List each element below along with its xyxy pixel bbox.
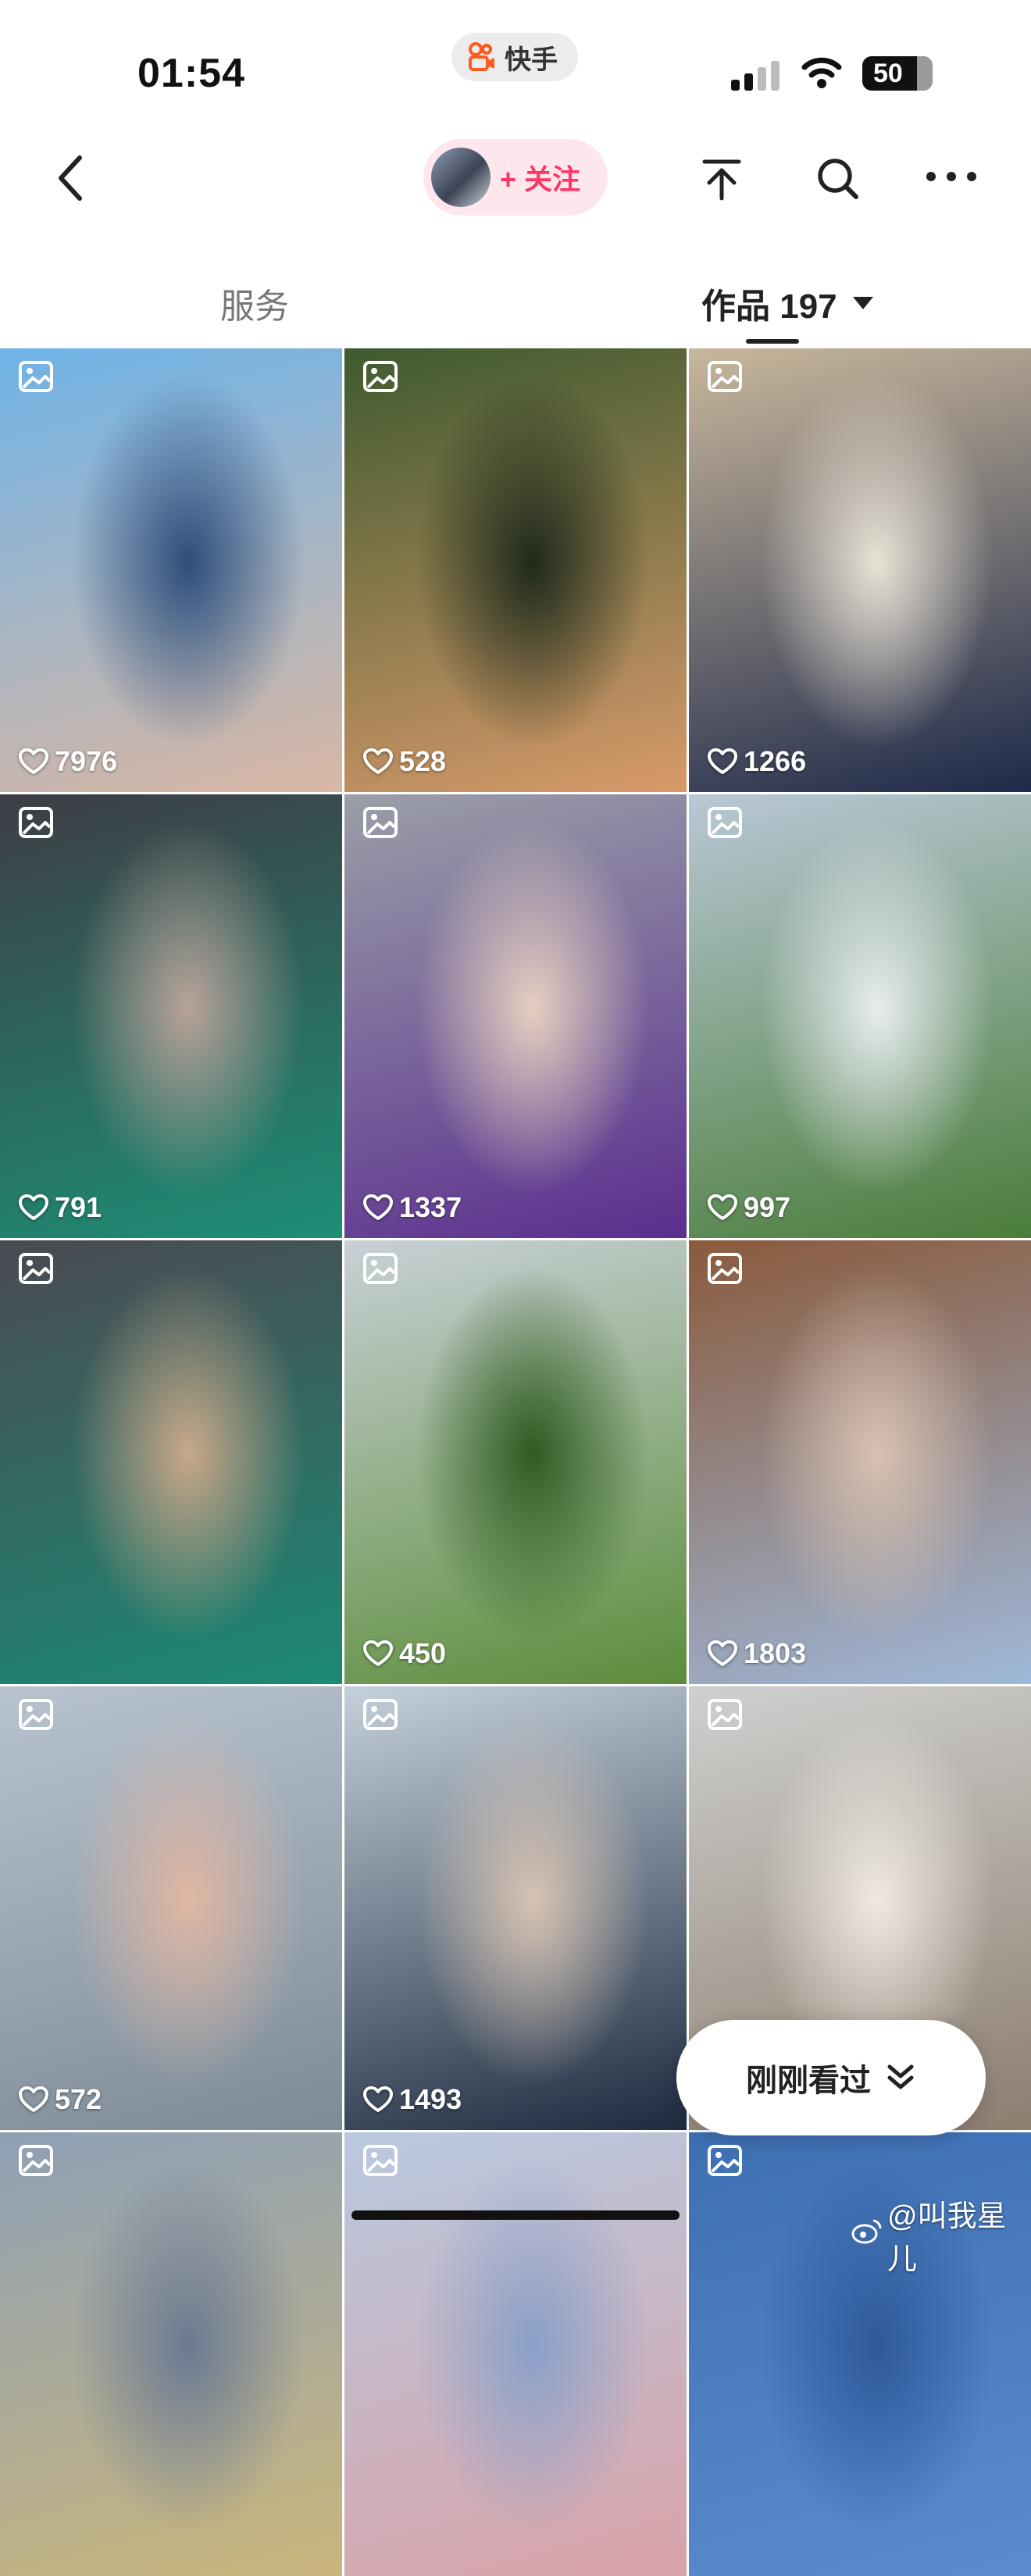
like-count: 450 [363, 1637, 446, 1670]
like-count: 572 [19, 2083, 102, 2116]
battery-indicator: 50 [862, 56, 933, 91]
image-post-icon [362, 359, 399, 394]
home-indicator[interactable] [351, 2210, 680, 2220]
like-count: 1266 [708, 745, 806, 778]
image-post-icon [706, 1251, 744, 1286]
search-icon [818, 159, 858, 199]
image-post-icon [17, 805, 55, 840]
double-chevron-down-icon [887, 2064, 914, 2089]
work-tile[interactable]: 1493 [344, 1686, 687, 2130]
image-post-icon [706, 2143, 744, 2178]
like-count-value: 7976 [55, 745, 118, 777]
recently-viewed-label: 刚刚看过 [746, 2064, 871, 2098]
work-tile[interactable] [0, 2132, 342, 2576]
chevron-left-icon [59, 155, 82, 201]
image-post-icon [706, 1697, 744, 1732]
back-button[interactable] [55, 153, 86, 207]
follow-button[interactable]: + 关注 [423, 139, 608, 216]
weibo-icon [851, 2217, 883, 2252]
like-count-value: 1493 [399, 2083, 462, 2115]
image-post-icon [17, 1697, 55, 1732]
caret-down-icon [852, 297, 873, 309]
like-count: 1337 [363, 1191, 462, 1224]
image-post-icon [362, 805, 399, 840]
image-post-icon [362, 2143, 399, 2178]
heart-icon [363, 1640, 393, 1666]
heart-icon [19, 748, 48, 774]
work-tile[interactable]: 997 [689, 794, 1031, 1238]
heart-icon [363, 1194, 393, 1220]
watermark-text: @叫我星儿 [887, 2200, 1007, 2276]
like-count: 997 [708, 1191, 790, 1224]
work-tile[interactable]: 7976 [0, 348, 342, 792]
like-count-value: 450 [399, 1637, 447, 1669]
work-tile[interactable]: 450 [344, 1240, 687, 1684]
work-tile[interactable]: 791 [0, 794, 342, 1238]
kuaishou-logo-icon [467, 42, 497, 72]
image-post-icon [17, 359, 55, 394]
work-tile[interactable]: 1803 [689, 1240, 1031, 1684]
watermark: @叫我星儿 [851, 2192, 1031, 2278]
heart-icon [708, 1194, 737, 1220]
heart-icon [708, 748, 737, 774]
work-tile[interactable]: 572 [0, 1686, 342, 2130]
tab-works[interactable]: 作品 197 [701, 278, 873, 328]
avatar [431, 148, 491, 207]
like-count-value: 572 [55, 2083, 102, 2115]
app-name: 快手 [505, 45, 558, 75]
image-post-icon [706, 359, 744, 394]
heart-icon [363, 2086, 393, 2112]
like-count: 791 [19, 1191, 102, 1224]
image-post-icon [706, 805, 744, 840]
image-post-icon [362, 1697, 399, 1732]
like-count-value: 1803 [744, 1637, 807, 1669]
scroll-to-top-icon [702, 159, 741, 201]
follow-label: + 关注 [500, 163, 581, 195]
work-tile[interactable] [344, 2132, 687, 2576]
like-count-value: 528 [399, 745, 447, 777]
like-count: 7976 [19, 745, 117, 778]
work-tile[interactable]: 528 [344, 348, 687, 792]
heart-icon [19, 1194, 48, 1220]
image-post-icon [17, 1251, 55, 1286]
wifi-icon [801, 55, 842, 93]
work-tile[interactable]: 1266 [689, 348, 1031, 792]
work-tile[interactable]: 1337 [344, 794, 687, 1238]
tab-service[interactable]: 服务 [220, 278, 289, 328]
like-count: 1493 [363, 2083, 462, 2116]
like-count-value: 1337 [399, 1191, 462, 1223]
status-time: 01:54 [137, 51, 245, 96]
app-source-pill[interactable]: 快手 [451, 33, 578, 81]
image-post-icon [362, 1251, 399, 1286]
cellular-signal-icon [731, 61, 779, 91]
heart-icon [363, 748, 393, 774]
like-count-value: 791 [55, 1191, 102, 1223]
image-post-icon [17, 2143, 55, 2178]
like-count-value: 997 [744, 1191, 791, 1223]
scroll-to-top-button[interactable] [700, 158, 744, 205]
work-tile[interactable] [0, 1240, 342, 1684]
heart-icon [19, 2086, 48, 2112]
heart-icon [708, 1640, 737, 1666]
like-count: 1803 [708, 1637, 806, 1670]
like-count-value: 1266 [744, 745, 807, 777]
battery-level: 50 [873, 58, 903, 88]
tab-indicator [746, 339, 799, 344]
more-button[interactable] [926, 172, 976, 181]
tab-works-label: 作品 197 [701, 287, 837, 326]
recently-viewed-button[interactable]: 刚刚看过 [676, 2020, 986, 2135]
search-button[interactable] [815, 156, 861, 205]
more-dots-icon [926, 172, 936, 181]
like-count: 528 [363, 745, 446, 778]
